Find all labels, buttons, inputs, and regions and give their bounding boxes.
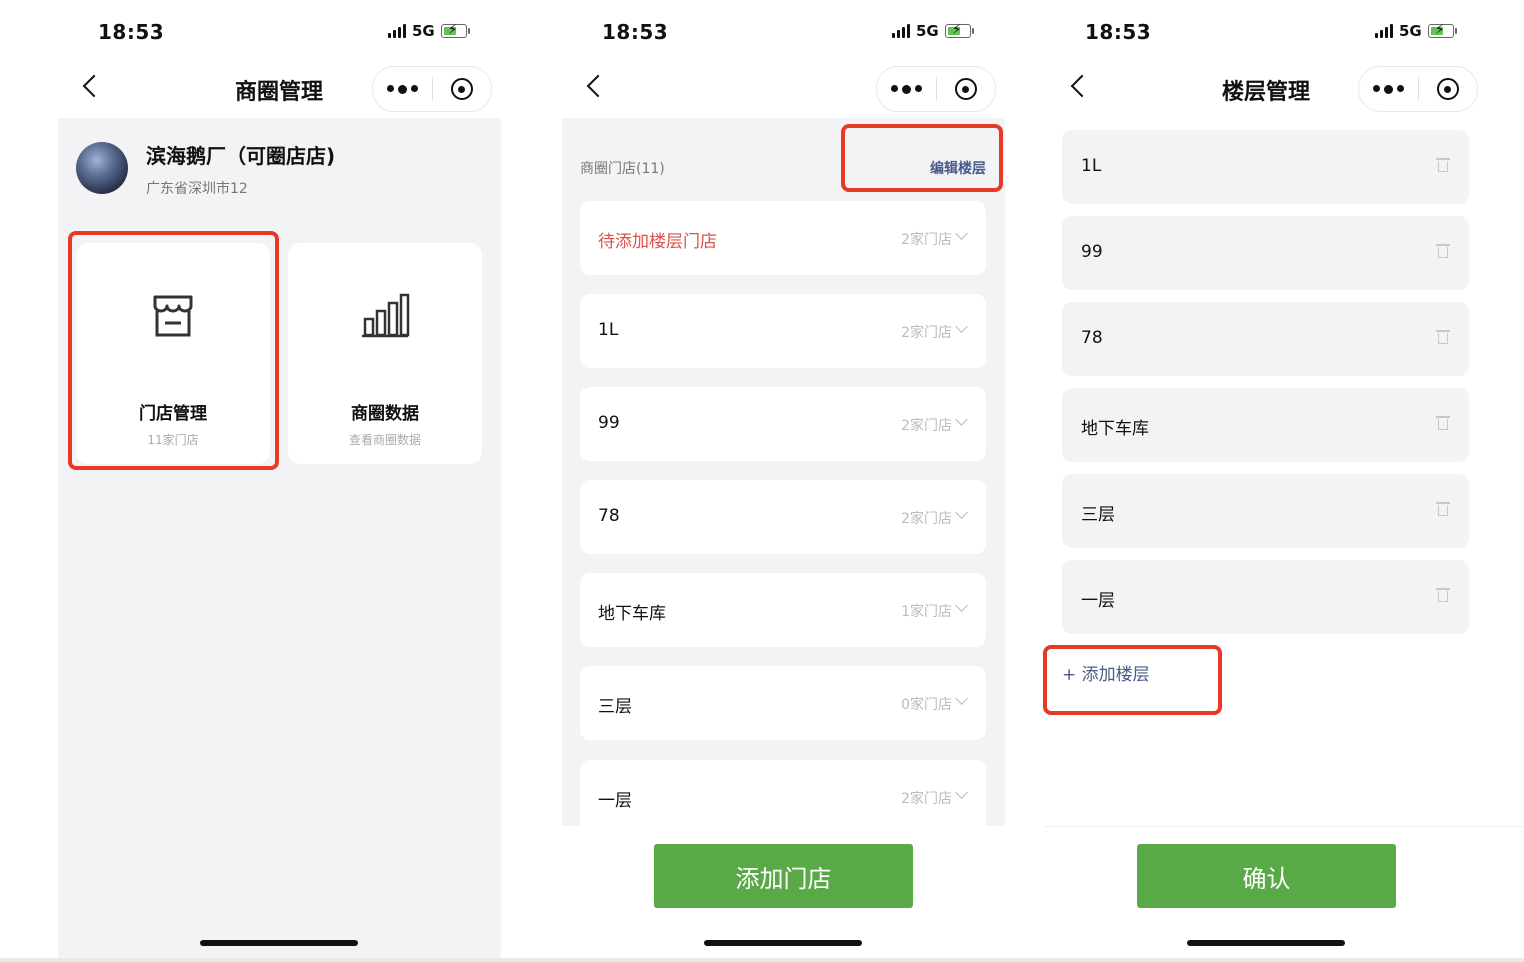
- floor-row[interactable]: 1L 2家门店: [580, 294, 986, 368]
- trash-icon[interactable]: [1436, 158, 1450, 172]
- floor-name: 三层: [1081, 505, 1115, 525]
- miniprogram-capsule: [372, 66, 492, 112]
- more-icon[interactable]: [877, 84, 936, 94]
- store-count: 2家门店: [901, 232, 952, 248]
- avatar: [76, 142, 128, 194]
- highlight-box: [1043, 645, 1222, 715]
- floor-management-screen: 18:53 5G ⚡ 楼层管理 1L 99 78 地下车库 三层 一层 + 添加…: [1040, 0, 1524, 960]
- floor-label: 三层: [598, 697, 632, 717]
- chevron-down-icon: [955, 413, 968, 426]
- floor-row[interactable]: 99 2家门店: [580, 387, 986, 461]
- chevron-down-icon: [955, 227, 968, 240]
- store-count: 2家门店: [901, 791, 952, 807]
- nav-bar: 商圈管理: [0, 66, 520, 112]
- card-subtitle: 查看商圈数据: [348, 433, 421, 447]
- status-time: 18:53: [98, 20, 165, 44]
- floor-item: 三层: [1062, 474, 1469, 548]
- floor-row-pending[interactable]: 待添加楼层门店 2家门店: [580, 201, 986, 275]
- store-count: 1家门店: [901, 604, 952, 620]
- chevron-down-icon: [955, 320, 968, 333]
- floor-item: 一层: [1062, 560, 1469, 634]
- floor-item: 78: [1062, 302, 1469, 376]
- chevron-down-icon: [955, 506, 968, 519]
- floor-label: 待添加楼层门店: [598, 232, 717, 252]
- trash-icon[interactable]: [1436, 244, 1450, 258]
- status-bar: 18:53 5G ⚡: [0, 20, 520, 46]
- home-indicator: [200, 940, 358, 946]
- mall-management-screen: 18:53 5G ⚡ 商圈管理 滨海鹅厂（可圈店店) 广东省深圳市12 门店管理…: [0, 0, 520, 960]
- highlight-box: [68, 231, 279, 470]
- close-target-icon[interactable]: [433, 78, 492, 100]
- home-indicator: [1187, 940, 1345, 946]
- status-time: 18:53: [602, 20, 669, 44]
- store-count: 2家门店: [901, 325, 952, 341]
- status-indicators: 5G ⚡: [388, 22, 470, 40]
- chevron-down-icon: [955, 599, 968, 612]
- status-bar: 18:53 5G ⚡: [520, 20, 1040, 46]
- floor-item: 99: [1062, 216, 1469, 290]
- store-count: 0家门店: [901, 697, 952, 713]
- floor-row[interactable]: 三层 0家门店: [580, 666, 986, 740]
- status-time: 18:53: [1085, 20, 1152, 44]
- floor-row[interactable]: 地下车库 1家门店: [580, 573, 986, 647]
- signal-icon: [892, 24, 910, 38]
- signal-icon: [388, 24, 406, 38]
- miniprogram-capsule: [1358, 66, 1478, 112]
- confirm-button[interactable]: 确认: [1137, 844, 1396, 908]
- chevron-down-icon: [955, 786, 968, 799]
- floor-name: 78: [1081, 328, 1103, 348]
- floor-row[interactable]: 一层 2家门店: [580, 760, 986, 826]
- network-label: 5G: [916, 22, 939, 40]
- battery-icon: ⚡: [944, 22, 974, 38]
- floor-item: 1L: [1062, 130, 1469, 204]
- mall-data-card[interactable]: 商圈数据 查看商圈数据: [288, 243, 482, 464]
- status-indicators: 5G ⚡: [1375, 22, 1457, 40]
- bottom-strip: [0, 958, 1524, 962]
- store-count-header: 商圈门店(11): [580, 161, 665, 177]
- trash-icon[interactable]: [1436, 330, 1450, 344]
- more-icon[interactable]: [373, 84, 432, 94]
- battery-icon: ⚡: [440, 22, 470, 38]
- battery-icon: ⚡: [1427, 22, 1457, 38]
- mall-stores-screen: 18:53 5G ⚡ 商圈门店(11) 编辑楼层 待添加楼层门店 2家门店 1L…: [520, 0, 1040, 960]
- floor-label: 1L: [598, 320, 619, 340]
- network-label: 5G: [412, 22, 435, 40]
- signal-icon: [1375, 24, 1393, 38]
- nav-bar: [520, 66, 1040, 112]
- home-indicator: [704, 940, 862, 946]
- bar-chart-icon: [360, 293, 410, 343]
- floor-label: 地下车库: [598, 604, 666, 624]
- mall-address: 广东省深圳市12: [146, 181, 248, 197]
- miniprogram-capsule: [876, 66, 996, 112]
- floor-name: 99: [1081, 242, 1103, 262]
- nav-bar: 楼层管理: [1040, 66, 1524, 112]
- store-count: 2家门店: [901, 511, 952, 527]
- floor-label: 99: [598, 413, 620, 433]
- network-label: 5G: [1399, 22, 1422, 40]
- floor-item: 地下车库: [1062, 388, 1469, 462]
- add-store-button[interactable]: 添加门店: [654, 844, 913, 908]
- more-icon[interactable]: [1359, 84, 1418, 94]
- footer-divider: [1044, 826, 1524, 827]
- close-target-icon[interactable]: [1419, 78, 1478, 100]
- floor-label: 78: [598, 506, 620, 526]
- floor-name: 地下车库: [1081, 419, 1149, 439]
- trash-icon[interactable]: [1436, 588, 1450, 602]
- trash-icon[interactable]: [1436, 502, 1450, 516]
- back-icon[interactable]: [586, 74, 610, 98]
- store-count: 2家门店: [901, 418, 952, 434]
- floor-name: 一层: [1081, 591, 1115, 611]
- floor-row[interactable]: 78 2家门店: [580, 480, 986, 554]
- trash-icon[interactable]: [1436, 416, 1450, 430]
- status-bar: 18:53 5G ⚡: [1040, 20, 1524, 46]
- floor-label: 一层: [598, 791, 632, 811]
- status-indicators: 5G ⚡: [892, 22, 974, 40]
- mall-name: 滨海鹅厂（可圈店店): [146, 144, 336, 168]
- close-target-icon[interactable]: [937, 78, 996, 100]
- chevron-down-icon: [955, 692, 968, 705]
- card-title: 商圈数据: [351, 404, 419, 424]
- floor-name: 1L: [1081, 156, 1102, 176]
- highlight-box: [841, 124, 1003, 192]
